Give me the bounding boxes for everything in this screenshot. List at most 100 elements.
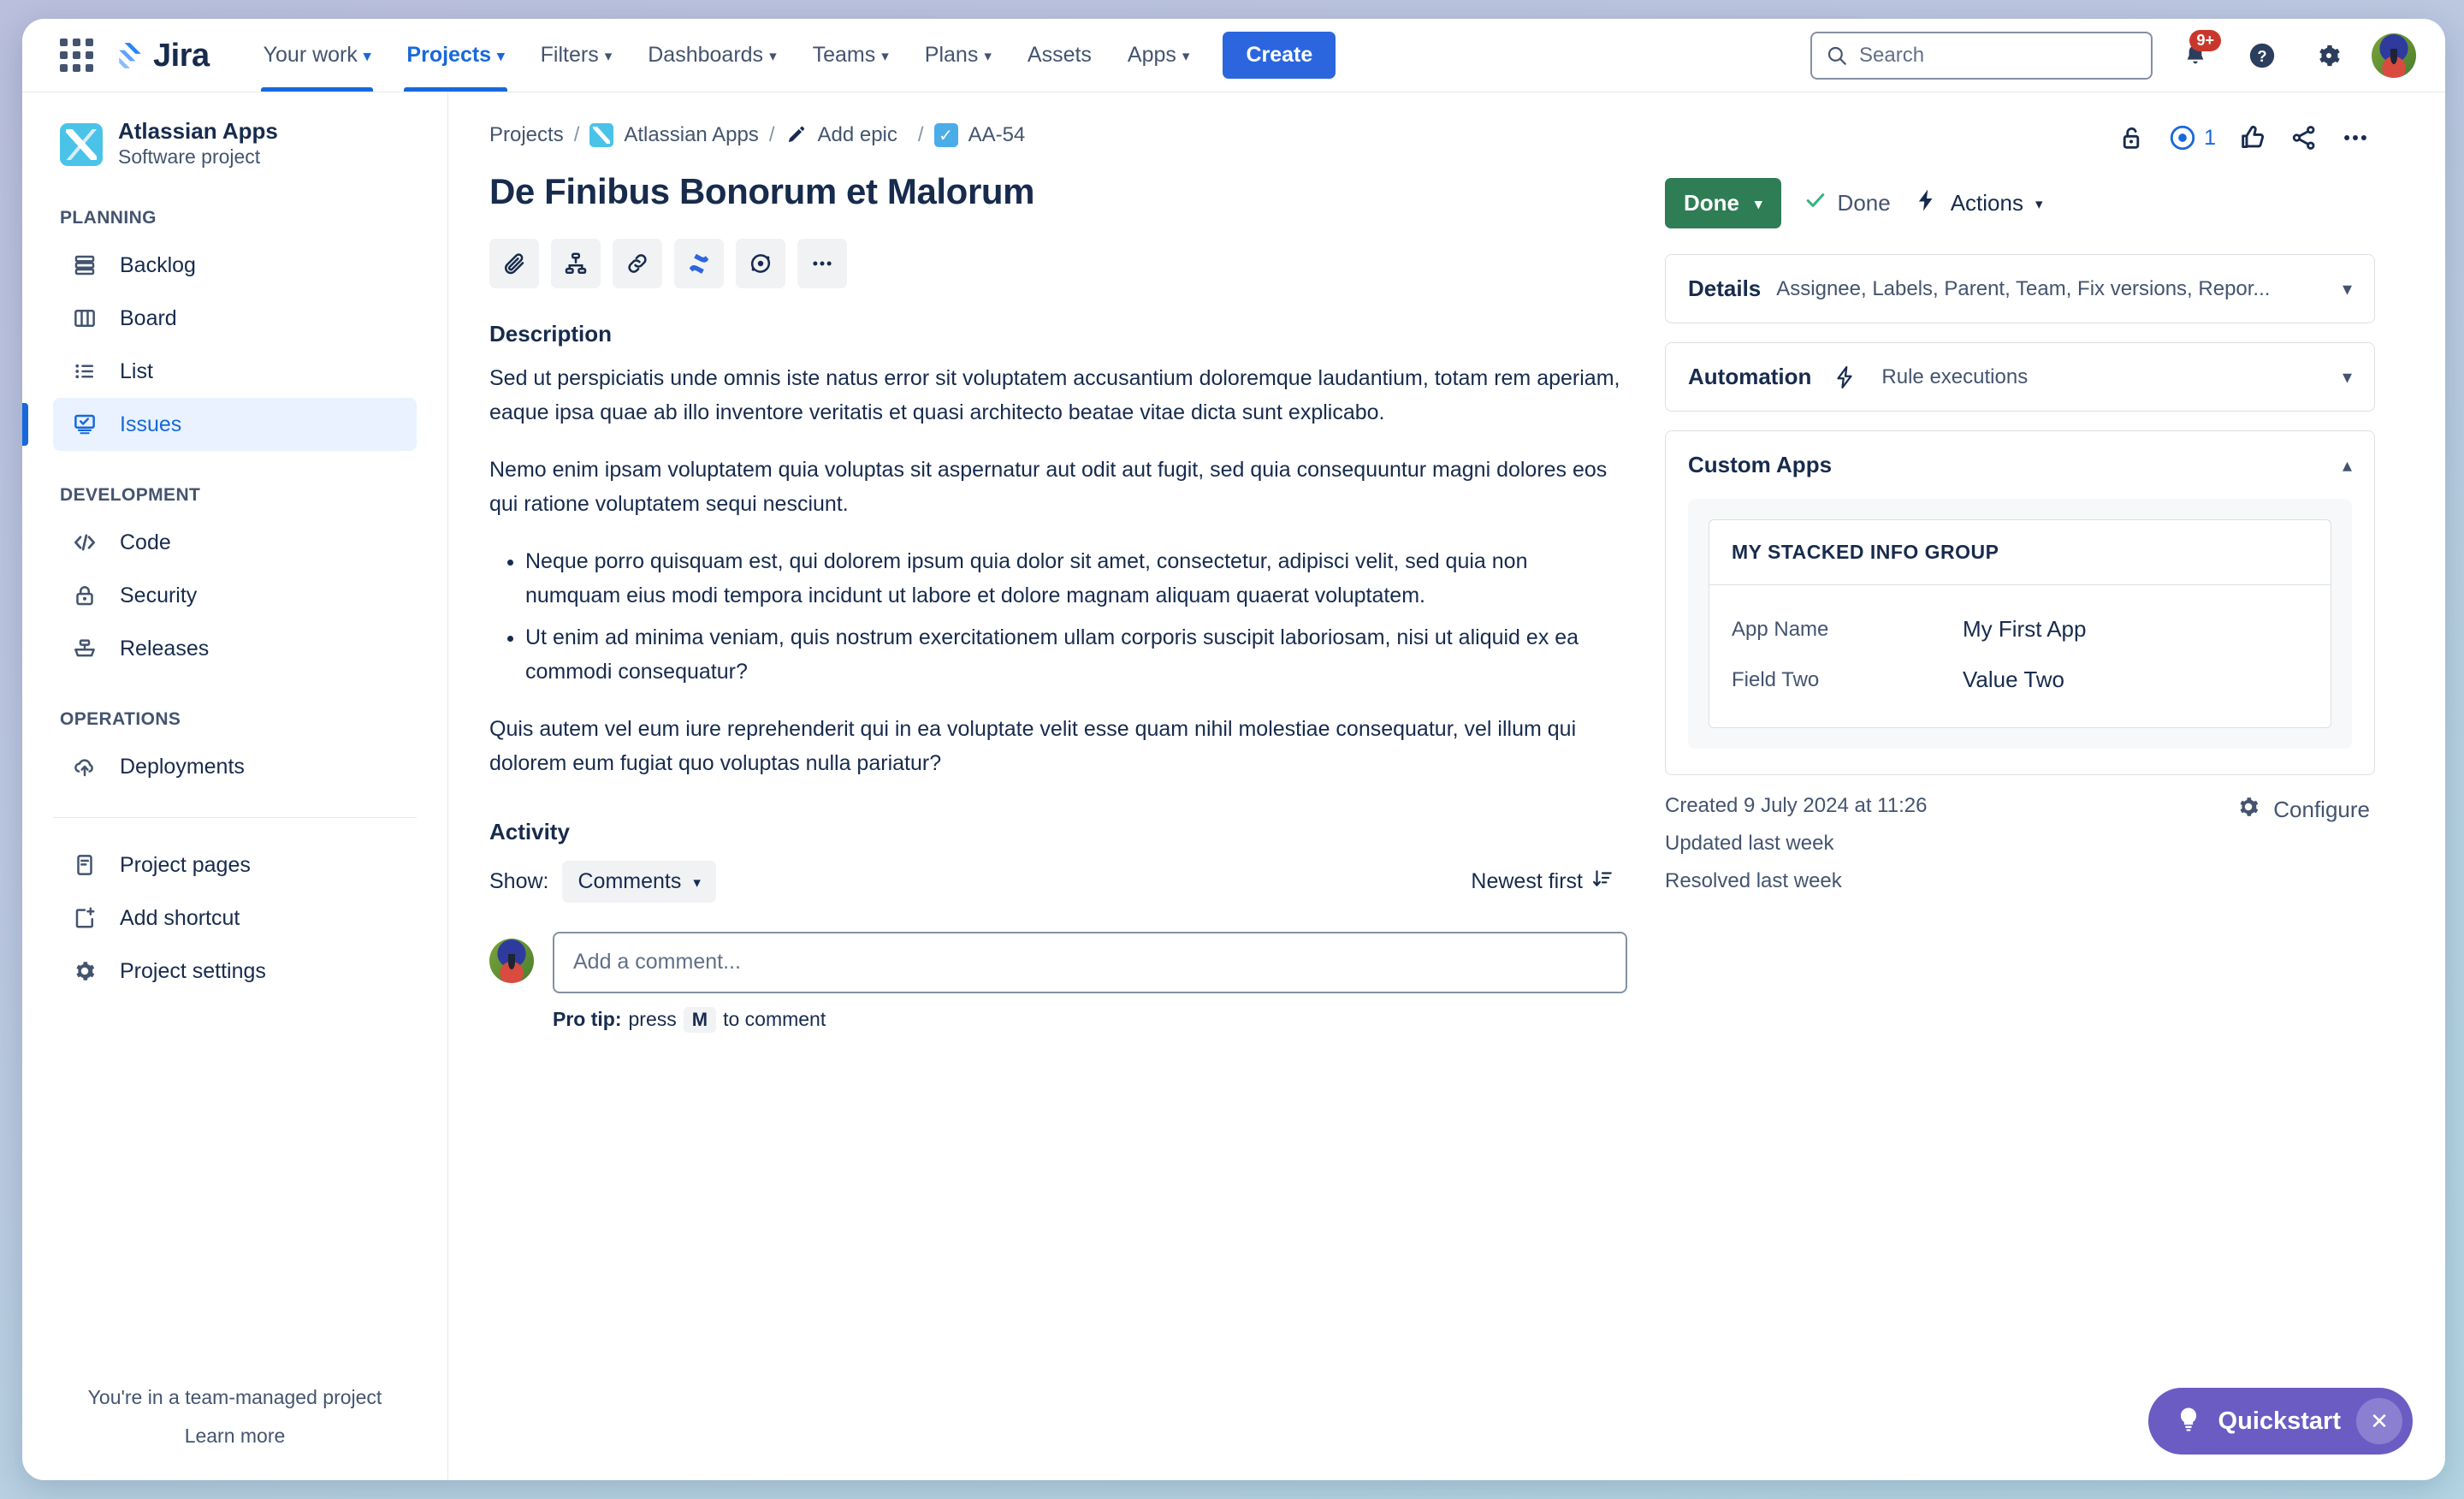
- sidebar-item-label: List: [120, 358, 153, 383]
- sidebar-item-add-shortcut[interactable]: Add shortcut: [53, 892, 417, 945]
- status-label: Done: [1684, 190, 1739, 216]
- sidebar-item-security[interactable]: Security: [53, 569, 417, 622]
- project-sidebar: Atlassian Apps Software project PLANNING…: [22, 92, 448, 1480]
- automation-panel-title: Automation: [1688, 364, 1812, 389]
- user-avatar[interactable]: [2372, 33, 2416, 78]
- sidebar-divider: [53, 817, 417, 819]
- page-title[interactable]: De Finibus Bonorum et Malorum: [489, 169, 1627, 215]
- chevron-down-icon: ▾: [693, 874, 701, 891]
- close-icon[interactable]: ✕: [2356, 1398, 2402, 1444]
- notifications-button[interactable]: 9+: [2171, 29, 2221, 80]
- share-icon[interactable]: [2289, 123, 2319, 152]
- issue-side-panel: 1 Done ▾ Done Actions ▾ Details Assignee…: [1665, 123, 2375, 1480]
- watch-button[interactable]: 1: [2168, 123, 2216, 152]
- automation-panel-subtitle: Rule executions: [1881, 364, 2029, 388]
- nav-right-cluster: Search 9+ ?: [1810, 29, 2416, 80]
- attach-icon[interactable]: [489, 238, 539, 288]
- chevron-down-icon: ▾: [769, 48, 777, 64]
- chevron-down-icon: ▾: [497, 48, 505, 64]
- gear-icon: [2319, 44, 2340, 66]
- sidebar-footer: You're in a team-managed project Learn m…: [22, 1386, 447, 1480]
- nav-label: Your work: [263, 43, 358, 67]
- breadcrumb-issue-key[interactable]: AA-54: [968, 123, 1026, 147]
- lock-icon: [70, 581, 99, 610]
- unlock-icon[interactable]: [2117, 123, 2146, 152]
- sidebar-item-project-pages[interactable]: Project pages: [53, 838, 417, 892]
- epic-pencil-icon: [785, 124, 807, 146]
- more-icon[interactable]: [797, 238, 847, 288]
- automation-panel-header[interactable]: Automation Rule executions ▾: [1666, 343, 2374, 411]
- loom-icon[interactable]: [736, 238, 785, 288]
- watch-count: 1: [2204, 125, 2216, 150]
- project-header[interactable]: Atlassian Apps Software project: [22, 118, 447, 170]
- info-group-rows: App Name My First App Field Two Value Tw…: [1709, 585, 2331, 727]
- sidebar-item-issues[interactable]: Issues: [22, 398, 417, 452]
- sidebar-item-list[interactable]: List: [53, 345, 417, 398]
- sidebar-item-board[interactable]: Board: [53, 292, 417, 345]
- lightning-icon: [1913, 187, 1939, 219]
- confluence-icon[interactable]: [674, 238, 724, 288]
- custom-apps-panel-title: Custom Apps: [1688, 452, 1833, 477]
- nav-item-apps[interactable]: Apps ▾: [1110, 19, 1208, 92]
- nav-item-dashboards[interactable]: Dashboards ▾: [630, 19, 794, 92]
- actions-button[interactable]: Actions ▾: [1913, 187, 2043, 219]
- nav-item-your-work[interactable]: Your work ▾: [246, 19, 389, 92]
- jira-logo[interactable]: Jira: [116, 39, 210, 72]
- protip-press: press: [628, 1008, 677, 1030]
- gear-icon: [70, 957, 99, 986]
- issue-main-column: Projects / Atlassian Apps / Add epic / ✓…: [489, 123, 1627, 1480]
- status-dropdown-button[interactable]: Done ▾: [1665, 178, 1781, 228]
- details-panel-header[interactable]: Details Assignee, Labels, Parent, Team, …: [1666, 255, 2374, 323]
- resolution-status[interactable]: Done: [1804, 188, 1891, 218]
- custom-apps-panel-header[interactable]: Custom Apps ▴: [1666, 431, 2374, 499]
- info-row-value: My First App: [1963, 616, 2087, 642]
- learn-more-link[interactable]: Learn more: [56, 1425, 413, 1448]
- issue-action-toolbar: [489, 238, 1627, 288]
- quickstart-button[interactable]: Quickstart ✕: [2147, 1388, 2413, 1455]
- description-heading: Description: [489, 320, 613, 347]
- sidebar-item-releases[interactable]: Releases: [53, 622, 417, 675]
- child-issue-icon[interactable]: [551, 238, 601, 288]
- lightning-icon: [1832, 364, 1857, 390]
- create-button[interactable]: Create: [1223, 32, 1336, 79]
- help-button[interactable]: ?: [2238, 32, 2286, 80]
- nav-item-filters[interactable]: Filters ▾: [523, 19, 631, 92]
- breadcrumb-projects[interactable]: Projects: [489, 123, 564, 147]
- more-icon[interactable]: [2341, 123, 2370, 152]
- help-icon: ?: [2249, 43, 2275, 68]
- nav-item-plans[interactable]: Plans ▾: [907, 19, 1010, 92]
- link-icon[interactable]: [613, 238, 662, 288]
- breadcrumb-add-epic[interactable]: Add epic: [817, 123, 897, 147]
- activity-filter-dropdown[interactable]: Comments ▾: [562, 860, 716, 903]
- sidebar-item-deployments[interactable]: Deployments: [53, 740, 417, 793]
- activity-heading: Activity: [489, 818, 570, 844]
- search-placeholder: Search: [1859, 43, 1925, 67]
- breadcrumb-project[interactable]: Atlassian Apps: [624, 123, 758, 147]
- sidebar-item-label: Project settings: [120, 958, 266, 983]
- app-switcher-icon[interactable]: [60, 39, 93, 72]
- sidebar-item-label: Backlog: [120, 252, 196, 277]
- info-row: App Name My First App: [1732, 604, 2308, 655]
- board-icon: [70, 304, 99, 333]
- sidebar-item-code[interactable]: Code: [53, 516, 417, 569]
- quickstart-label: Quickstart: [2218, 1407, 2341, 1435]
- avatar: [489, 938, 534, 983]
- top-navigation-bar: Jira Your work ▾ Projects ▾ Filters ▾ Da…: [22, 19, 2445, 92]
- configure-button[interactable]: Configure: [2236, 794, 2375, 826]
- sort-order-button[interactable]: Newest first: [1471, 868, 1627, 896]
- task-type-icon: ✓: [933, 123, 958, 147]
- nav-item-assets[interactable]: Assets: [1010, 19, 1110, 92]
- sidebar-item-project-settings[interactable]: Project settings: [53, 945, 417, 998]
- settings-button[interactable]: [2305, 32, 2353, 80]
- sidebar-item-backlog[interactable]: Backlog: [53, 239, 417, 292]
- nav-item-teams[interactable]: Teams ▾: [795, 19, 907, 92]
- pro-tip: Pro tip: press M to comment: [553, 1006, 1627, 1033]
- comment-input[interactable]: Add a comment...: [553, 931, 1627, 993]
- like-icon[interactable]: [2238, 123, 2267, 152]
- nav-label: Plans: [924, 43, 979, 67]
- nav-item-projects[interactable]: Projects ▾: [388, 19, 522, 92]
- details-panel-subtitle: Assignee, Labels, Parent, Team, Fix vers…: [1776, 276, 2271, 300]
- details-panel: Details Assignee, Labels, Parent, Team, …: [1665, 254, 2375, 323]
- search-input[interactable]: Search: [1810, 31, 2153, 80]
- details-panel-title: Details: [1688, 276, 1762, 301]
